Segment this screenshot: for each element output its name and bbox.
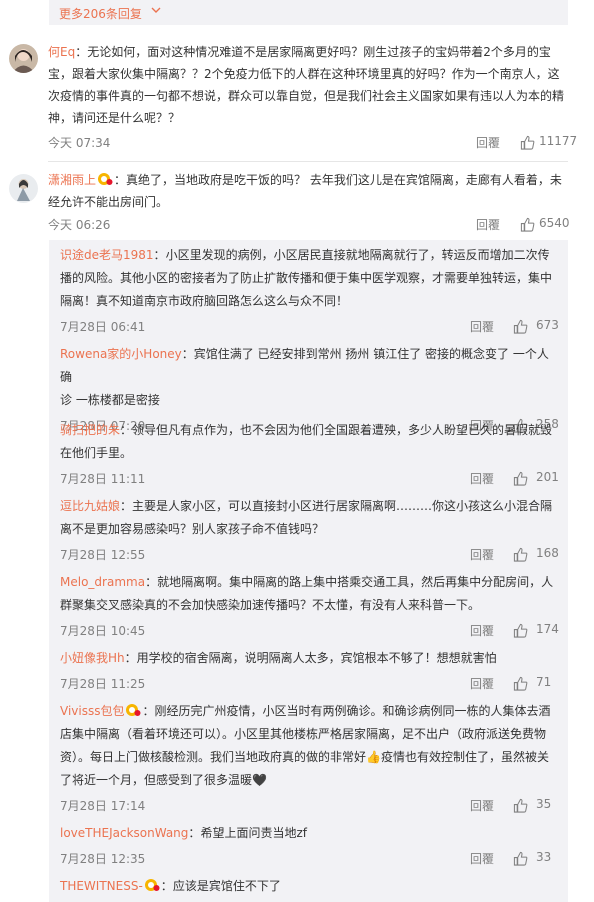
like-count: 201 — [536, 470, 559, 484]
reply-meta: 7月28日 12:55 回覆 168 — [60, 546, 560, 564]
vip-badge-icon — [126, 704, 141, 716]
reply-meta: 7月28日 17:14 回覆 35 — [60, 797, 560, 815]
thumbs-up-icon[interactable] — [520, 135, 535, 150]
reply-meta: 7月28日 06:41 回覆 673 — [60, 318, 560, 336]
reply-button[interactable]: 回覆 — [470, 470, 494, 487]
reply-time: 7月28日 11:11 — [60, 472, 146, 486]
reply-text: 逗比九姑娘：主要是人家小区，可以直接封小区进行居家隔离啊………你这小孩这么小混合… — [60, 499, 553, 536]
avatar[interactable] — [9, 174, 38, 203]
comment-divider — [48, 161, 568, 162]
reply-button[interactable]: 回覆 — [470, 850, 494, 867]
comment-line: 真绝了，当地政府是吃干饭的吗？ 去年我们这儿是在宾馆隔离，走廊有人看着，未 — [126, 173, 562, 187]
like-count: 35 — [536, 797, 552, 811]
sub-replies-panel: 识途de老马1981：小区里发现的病例，小区居民直接就地隔离就行了，转运反而增加… — [49, 240, 568, 902]
reply-username[interactable]: 逗比九姑娘 — [60, 499, 120, 513]
reply-text: loveTHEJacksonWang：希望上面问责当地zf — [60, 826, 307, 840]
thumbs-up-icon[interactable] — [513, 676, 528, 691]
reply-username[interactable]: Melo_dramma — [60, 575, 145, 589]
like-count: 168 — [536, 546, 559, 560]
reply-username[interactable]: THEWITNESS- — [60, 879, 143, 893]
like-count: 11177 — [539, 134, 578, 148]
reply-username[interactable]: loveTHEJacksonWang — [60, 826, 188, 840]
reply-button[interactable]: 回覆 — [470, 318, 494, 335]
like-count: 71 — [536, 675, 552, 689]
more-replies-link[interactable]: 更多206条回复 — [59, 5, 142, 22]
comment-time: 今天 06:26 — [48, 218, 111, 232]
reply-button[interactable]: 回覆 — [470, 546, 494, 563]
comment-meta: 今天 06:26 回覆 6540 — [48, 216, 570, 234]
comment-time: 今天 07:34 — [48, 136, 111, 150]
comment-username[interactable]: 何Eq — [48, 45, 75, 59]
reply-text: Rowena家的小Honey：宾馆住满了 已经安排到常州 扬州 镇江住了 密接的… — [60, 347, 549, 407]
reply-username[interactable]: Vivisss包包 — [60, 704, 124, 718]
reply-item: THEWITNESS- ：应该是宾馆住不下了 — [60, 875, 560, 898]
reply-item: Vivisss包包 ：刚经历完广州疫情，小区当时有两例确诊。和确诊病例同一栋的人集… — [60, 700, 560, 815]
reply-username[interactable]: 识途de老马1981 — [60, 248, 154, 262]
thumbs-up-icon[interactable] — [513, 798, 528, 813]
comment-username[interactable]: 潇湘雨上 — [48, 173, 96, 187]
reply-item: 识途de老马1981：小区里发现的病例，小区居民直接就地隔离就行了，转运反而增加… — [60, 244, 560, 336]
like-count: 174 — [536, 622, 559, 636]
reply-time: 7月28日 12:35 — [60, 852, 146, 866]
thumbs-up-icon[interactable] — [513, 319, 528, 334]
thumbs-up-icon[interactable] — [513, 623, 528, 638]
reply-username[interactable]: 小妞像我Hh — [60, 651, 125, 665]
reply-item: 骑扫把的朱：领导但凡有点作为，也不会因为他们全国跟着遭殃，多少人盼望已久的暑假就… — [60, 419, 560, 488]
reply-item: loveTHEJacksonWang：希望上面问责当地zf 7月28日 12:3… — [60, 822, 560, 868]
reply-meta: 7月28日 11:25 回覆 71 — [60, 675, 560, 693]
reply-button[interactable]: 回覆 — [476, 216, 500, 233]
reply-time: 7月28日 12:55 — [60, 548, 146, 562]
reply-button[interactable]: 回覆 — [476, 134, 500, 151]
reply-item: 小妞像我Hh：用学校的宿舍隔离，说明隔离人太多，宾馆根本不够了！想想就害怕 7月… — [60, 647, 560, 693]
reply-time: 7月28日 06:41 — [60, 320, 146, 334]
comment-line: 次疫情的事件真的一句都不想说，群众可以靠自觉，但是我们社会主义国家如果有违以人为… — [48, 89, 565, 103]
comment-text: 潇湘雨上 ：真绝了，当地政府是吃干饭的吗？ 去年我们这儿是在宾馆隔离，走廊有人看着… — [48, 173, 562, 209]
reply-text: THEWITNESS- ：应该是宾馆住不下了 — [60, 879, 281, 893]
thumbs-up-icon[interactable] — [520, 217, 535, 232]
reply-button[interactable]: 回覆 — [470, 675, 494, 692]
vip-badge-icon — [144, 879, 160, 891]
more-replies-bar[interactable]: 更多206条回复 — [49, 0, 568, 25]
reply-button[interactable]: 回覆 — [470, 622, 494, 639]
reply-meta: 7月28日 10:45 回覆 174 — [60, 622, 560, 640]
thumbs-up-icon[interactable] — [513, 471, 528, 486]
avatar[interactable] — [9, 44, 38, 73]
comment-line: 无论如何，面对这种情况难道不是居家隔离更好吗？刚生过孩子的宝妈带着2个多月的宝 — [87, 45, 551, 59]
reply-item: 逗比九姑娘：主要是人家小区，可以直接封小区进行居家隔离啊………你这小孩这么小混合… — [60, 495, 560, 564]
reply-username[interactable]: 骑扫把的朱 — [60, 423, 120, 437]
reply-username[interactable]: Rowena家的小Honey — [60, 347, 182, 361]
comment-meta: 今天 07:34 回覆 11177 — [48, 134, 577, 152]
reply-time: 7月28日 17:14 — [60, 799, 146, 813]
reply-text: Vivisss包包 ：刚经历完广州疫情，小区当时有两例确诊。和确诊病例同一栋的人集… — [60, 704, 551, 787]
reply-item: Melo_dramma：就地隔离啊。集中隔离的路上集中搭乘交通工具，然后再集中分… — [60, 571, 560, 640]
vip-badge-icon — [98, 173, 113, 185]
reply-text: Melo_dramma：就地隔离啊。集中隔离的路上集中搭乘交通工具，然后再集中分… — [60, 575, 554, 612]
comment-line: 经允许不能出房间门。 — [48, 195, 169, 209]
like-count: 6540 — [539, 216, 570, 230]
comment-text: 何Eq：无论如何，面对这种情况难道不是居家隔离更好吗？刚生过孩子的宝妈带着2个多… — [48, 45, 565, 125]
comment-line: 宝，跟着大家伙集中隔离？？2个免疫力低下的人群在这种环境里真的好吗？作为一个南京… — [48, 67, 560, 81]
like-count: 33 — [536, 850, 552, 864]
reply-button[interactable]: 回覆 — [470, 797, 494, 814]
reply-time: 7月28日 10:45 — [60, 624, 146, 638]
thumbs-up-icon[interactable] — [513, 851, 528, 866]
reply-text: 识途de老马1981：小区里发现的病例，小区居民直接就地隔离就行了，转运反而增加… — [60, 248, 553, 308]
thumbs-up-icon[interactable] — [513, 547, 528, 562]
reply-time: 7月28日 11:25 — [60, 677, 146, 691]
reply-text: 小妞像我Hh：用学校的宿舍隔离，说明隔离人太多，宾馆根本不够了！想想就害怕 — [60, 651, 497, 665]
chevron-down-icon[interactable] — [149, 3, 163, 17]
like-count: 673 — [536, 318, 559, 332]
reply-meta: 7月28日 11:11 回覆 201 — [60, 470, 560, 488]
comment-line: 神，请问还是什么呢？？ — [48, 111, 181, 125]
reply-text: 骑扫把的朱：领导但凡有点作为，也不会因为他们全国跟着遭殃，多少人盼望已久的暑假就… — [60, 423, 553, 460]
reply-meta: 7月28日 12:35 回覆 33 — [60, 850, 560, 868]
